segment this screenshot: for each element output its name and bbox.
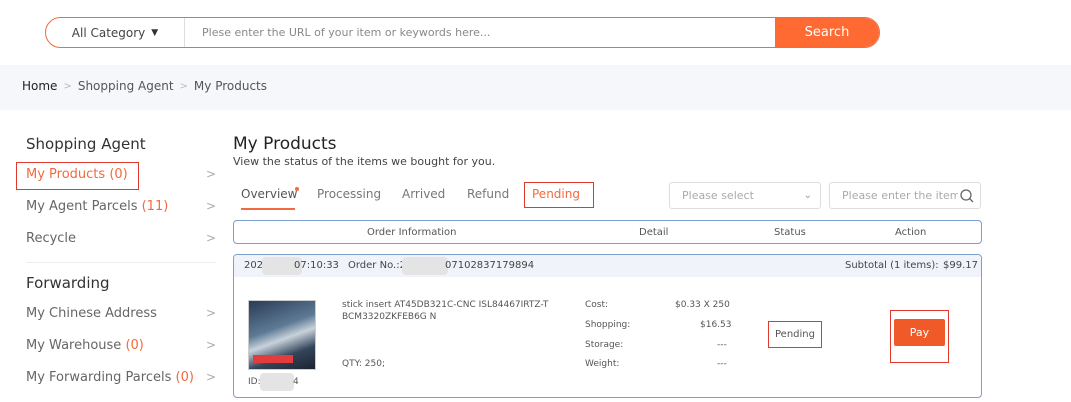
tab-active-underline [241,208,295,210]
sidebar-item-recycle[interactable]: Recycle > [26,231,216,246]
order-time: 07:10:33 [294,260,339,271]
tab-refund[interactable]: Refund [467,187,509,201]
item-id-placeholder: Please enter the item ID [842,189,976,202]
chevron-right-icon: > [205,338,216,352]
breadcrumb-my-products: My Products [193,79,268,93]
breadcrumb-shopping-agent[interactable]: Shopping Agent [78,79,174,93]
order-no-label: Order No.:2 [348,260,406,271]
highlight-box [16,162,139,190]
highlight-box: Pay [890,310,949,363]
sidebar-item-my-forwarding-parcels[interactable]: My Forwarding Parcels (0) > [26,370,216,385]
header-detail: Detail [639,227,669,238]
breadcrumb-home[interactable]: Home [22,79,57,93]
detail-storage-value: --- [717,340,727,350]
order-card: 202 07:10:33 Order No.:2 07102837179894 … [233,254,982,398]
product-thumbnail[interactable] [248,300,316,370]
thumbnail-label-strip [253,355,293,363]
chevron-right-icon: > [179,80,188,92]
sidebar-item-count: (11) [141,199,169,214]
breadcrumb: Home > Shopping Agent > My Products [22,79,267,93]
detail-weight-label: Weight: [585,359,620,369]
redacted-order-no [402,257,448,275]
sidebar-item-label: My Forwarding Parcels [26,370,172,385]
detail-cost-value: $0.33 X 250 [675,300,730,310]
order-no: 07102837179894 [445,260,535,271]
tab-arrived[interactable]: Arrived [402,187,445,201]
sidebar-heading-shopping-agent: Shopping Agent [26,135,146,153]
sidebar-item-label: My Warehouse [26,338,122,353]
detail-weight-value: --- [717,359,727,369]
item-title-line-1[interactable]: stick insert AT45DB321C-CNC ISL84467IRTZ… [342,300,548,310]
page-subtitle: View the status of the items we bought f… [233,155,496,168]
subtotal-value: $99.17 [943,260,978,271]
detail-storage-label: Storage: [585,340,624,350]
order-header: 202 07:10:33 Order No.:2 07102837179894 … [234,255,981,277]
tab-processing[interactable]: Processing [317,187,381,201]
detail-shopping-value: $16.53 [700,320,732,330]
sidebar-item-my-agent-parcels[interactable]: My Agent Parcels (11) > [26,199,216,214]
highlight-box [524,182,594,208]
page-title: My Products [233,134,337,154]
item-id-prefix: ID: [248,377,261,387]
item-id-suffix: 4 [293,377,299,387]
breadcrumb-bar: Home > Shopping Agent > My Products [0,65,1071,110]
order-date-prefix: 202 [244,260,264,271]
search-icon[interactable] [958,187,976,205]
redacted-item-id [260,373,294,391]
category-select[interactable]: All Category ▼ [46,18,185,47]
header-action: Action [895,227,927,238]
item-id-input[interactable]: Please enter the item ID [829,182,981,209]
table-header: Order Information Detail Status Action [233,220,982,244]
detail-cost-label: Cost: [585,300,609,310]
sidebar-item-my-chinese-address[interactable]: My Chinese Address > [26,306,216,321]
chevron-right-icon: > [205,370,216,384]
chevron-right-icon: > [63,80,72,92]
sidebar-item-label: My Agent Parcels [26,199,138,214]
pay-button[interactable]: Pay [894,319,945,346]
status-select[interactable]: Please select ⌄ [669,182,821,209]
chevron-right-icon: > [205,167,216,181]
category-label: All Category [71,25,146,40]
chevron-right-icon: > [205,199,216,213]
search-bar: All Category ▼ Plese enter the URL of yo… [45,17,880,48]
item-qty: QTY: 250; [342,359,385,369]
detail-shopping-label: Shopping: [585,320,631,330]
search-button[interactable]: Search [775,18,879,47]
header-status: Status [774,227,806,238]
subtotal-label: Subtotal (1 items): [845,260,939,271]
tab-overview[interactable]: Overview [241,187,298,201]
status-badge: Pending [768,321,822,348]
item-title-line-2[interactable]: BCM3320ZKFEB6G N [342,312,436,322]
sidebar-item-label: My Chinese Address [26,306,157,321]
chevron-down-icon: ⌄ [803,190,812,201]
sidebar-item-my-warehouse[interactable]: My Warehouse (0) > [26,338,216,353]
search-input[interactable]: Plese enter the URL of your item or keyw… [202,18,490,47]
caret-down-icon: ▼ [151,27,159,38]
sidebar-divider [26,262,216,263]
select-placeholder: Please select [682,189,754,202]
sidebar-item-count: (0) [175,370,194,385]
header-order-information: Order Information [367,227,457,238]
sidebar-heading-forwarding: Forwarding [26,274,110,292]
chevron-right-icon: > [205,231,216,245]
chevron-right-icon: > [205,306,216,320]
sidebar-item-label: Recycle [26,231,77,246]
notification-dot [295,187,299,191]
sidebar-item-count: (0) [125,338,144,353]
